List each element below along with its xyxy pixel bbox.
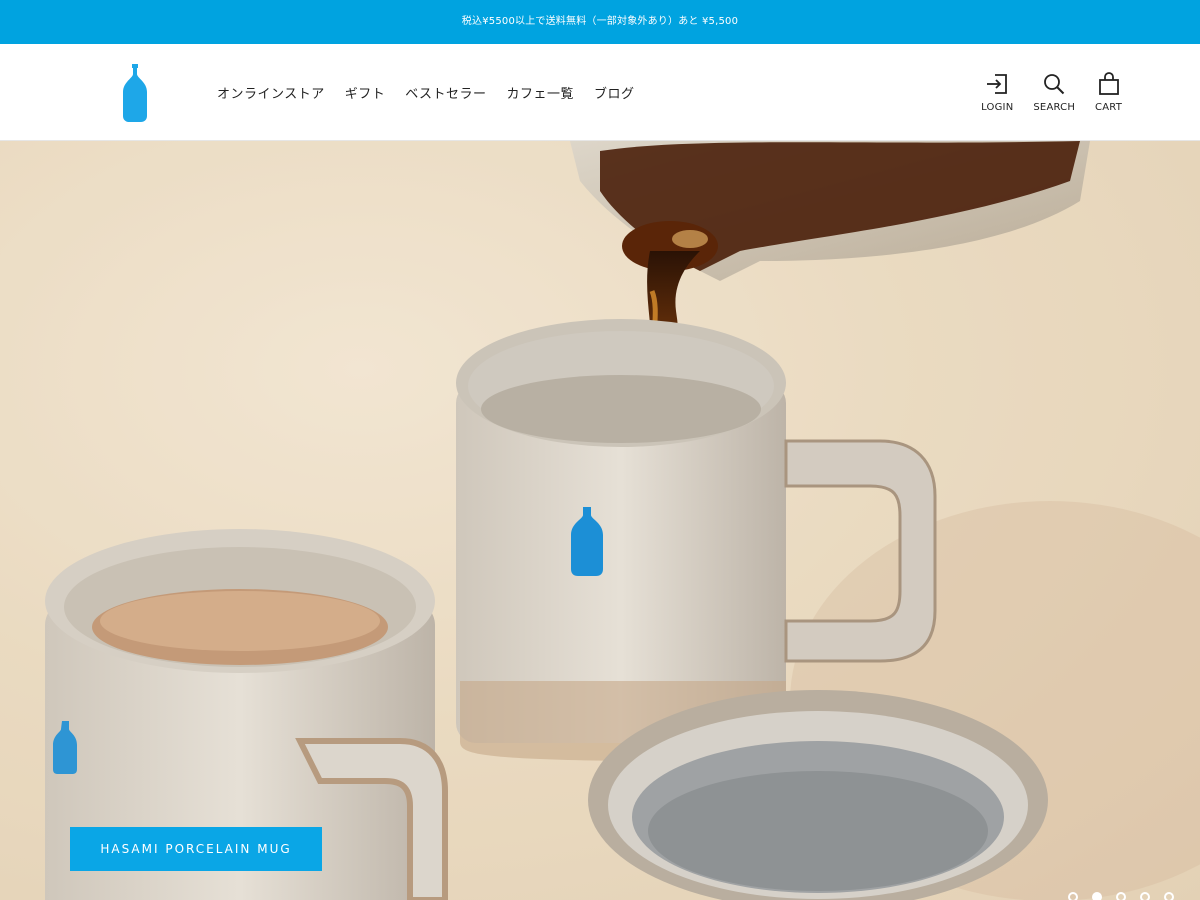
cart-bag-icon [1098, 72, 1119, 95]
nav-item-online-store[interactable]: オンラインストア [217, 83, 325, 102]
slide-dot-1[interactable] [1068, 892, 1078, 900]
hero-image [0, 141, 1200, 900]
login-label: LOGIN [981, 102, 1014, 113]
slide-dot-3[interactable] [1116, 892, 1126, 900]
nav-item-gift[interactable]: ギフト [345, 83, 386, 102]
site-header: オンラインストア ギフト ベストセラー カフェ一覧 ブログ LOGIN SEAR… [0, 44, 1200, 141]
cart-button[interactable]: CART [1095, 72, 1122, 113]
nav-item-bestseller[interactable]: ベストセラー [405, 83, 486, 102]
announcement-text: 税込¥5500以上で送料無料（一部対象外あり）あと ¥5,500 [461, 16, 739, 27]
slide-dot-5[interactable] [1164, 892, 1174, 900]
hero-caption-button[interactable]: HASAMI PORCELAIN MUG [70, 827, 322, 871]
slide-dot-2[interactable] [1092, 892, 1102, 900]
slide-dot-4[interactable] [1140, 892, 1150, 900]
hero-caption-label: HASAMI PORCELAIN MUG [100, 842, 292, 856]
hero-slideshow[interactable]: HASAMI PORCELAIN MUG [0, 141, 1200, 900]
login-button[interactable]: LOGIN [981, 72, 1013, 113]
search-icon [1044, 74, 1065, 95]
search-label: SEARCH [1033, 102, 1076, 113]
main-nav: オンラインストア ギフト ベストセラー カフェ一覧 ブログ [217, 44, 655, 141]
blue-bottle-logo-icon[interactable] [119, 62, 151, 124]
search-button[interactable]: SEARCH [1033, 72, 1075, 113]
announcement-bar: 税込¥5500以上で送料無料（一部対象外あり）あと ¥5,500 [0, 0, 1200, 44]
cart-label: CART [1095, 102, 1122, 113]
header-actions: LOGIN SEARCH CART [981, 72, 1122, 113]
nav-item-cafe-list[interactable]: カフェ一覧 [507, 83, 575, 102]
slideshow-pagination [1054, 892, 1174, 900]
login-icon [987, 74, 1008, 94]
nav-item-blog[interactable]: ブログ [594, 83, 635, 102]
